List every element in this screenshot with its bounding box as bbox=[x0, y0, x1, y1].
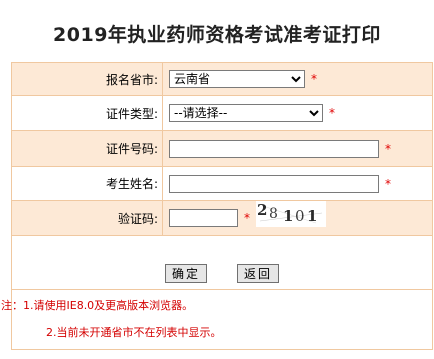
notes-panel: 注：1.请使用IE8.0及更高版本浏览器。 2.当前未开通省市不在列表中显示。 bbox=[1, 289, 433, 350]
required-mark: * bbox=[329, 106, 335, 120]
captcha-char: 0 bbox=[295, 207, 305, 225]
province-select[interactable]: 云南省 bbox=[169, 70, 305, 88]
note-province: 2.当前未开通省市不在列表中显示。 bbox=[46, 326, 222, 339]
id-type-label: 证件类型: bbox=[11, 95, 163, 131]
required-mark: * bbox=[385, 176, 391, 191]
id-number-input[interactable] bbox=[169, 139, 379, 158]
required-mark: * bbox=[385, 141, 391, 156]
form-row-id-type: 证件类型: --请选择-- * bbox=[11, 95, 433, 131]
id-type-select[interactable]: --请选择-- bbox=[169, 104, 323, 122]
captcha-char: 8 bbox=[269, 206, 278, 222]
captcha-image[interactable]: 2 8 1 0 1 bbox=[255, 201, 326, 227]
back-button[interactable]: 返回 bbox=[237, 264, 280, 283]
required-mark: * bbox=[244, 211, 250, 225]
captcha-input[interactable] bbox=[169, 209, 238, 227]
id-number-label: 证件号码: bbox=[11, 130, 163, 167]
form-row-id-number: 证件号码: * bbox=[11, 130, 433, 167]
form-row-captcha: 验证码: * 2 8 1 0 1 bbox=[11, 200, 433, 236]
form-row-buttons: 确定 返回 bbox=[11, 235, 433, 290]
print-form: 报名省市: 云南省 * 证件类型: --请选择-- * 证件号码: * 考生姓名… bbox=[11, 62, 433, 290]
form-row-name: 考生姓名: * bbox=[11, 166, 433, 201]
province-label: 报名省市: bbox=[11, 62, 163, 96]
name-label: 考生姓名: bbox=[11, 166, 163, 201]
form-row-province: 报名省市: 云南省 * bbox=[11, 62, 433, 96]
confirm-button[interactable]: 确定 bbox=[164, 264, 207, 283]
captcha-char: 1 bbox=[307, 207, 317, 225]
captcha-char: 2 bbox=[257, 201, 267, 219]
name-input[interactable] bbox=[169, 174, 379, 193]
required-mark: * bbox=[311, 72, 317, 86]
captcha-char: 1 bbox=[283, 207, 293, 225]
note-browser: 注：1.请使用IE8.0及更高版本浏览器。 bbox=[1, 299, 194, 312]
captcha-label: 验证码: bbox=[11, 200, 163, 236]
page-title: 2019年执业药师资格考试准考证打印 bbox=[53, 24, 381, 46]
